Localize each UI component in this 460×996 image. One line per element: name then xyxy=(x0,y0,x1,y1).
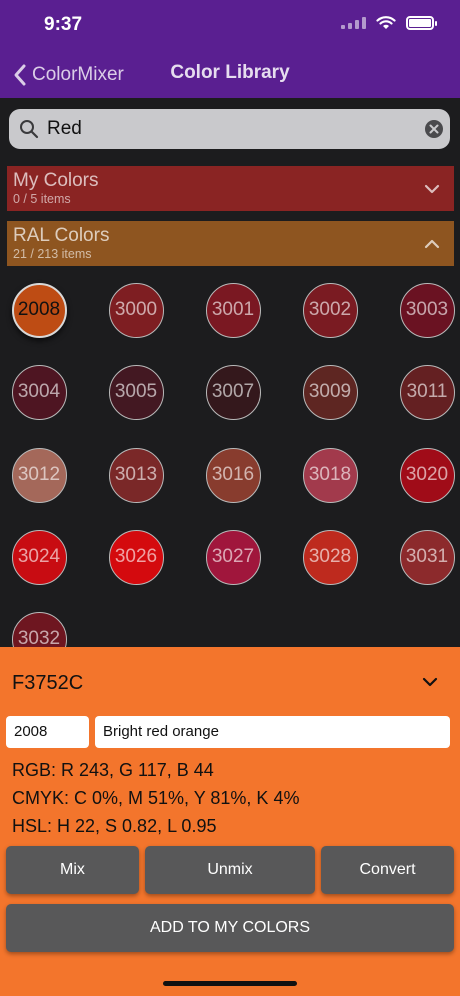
page-title: Color Library xyxy=(170,62,290,83)
color-swatch[interactable]: 3004 xyxy=(11,364,67,420)
cellular-signal-icon xyxy=(341,17,366,29)
clear-icon[interactable] xyxy=(425,120,443,138)
color-swatch[interactable]: 3013 xyxy=(108,447,164,503)
chevron-up-icon xyxy=(424,239,440,249)
section-title: RAL Colors xyxy=(13,225,110,246)
color-swatch[interactable]: 3001 xyxy=(205,282,261,338)
search-icon xyxy=(20,120,39,139)
unmix-button[interactable]: Unmix xyxy=(145,846,315,894)
color-swatch[interactable]: 3020 xyxy=(399,447,455,503)
hex-code: F3752C xyxy=(12,672,84,694)
color-code-field[interactable]: 2008 xyxy=(6,716,89,748)
color-swatch[interactable]: 3031 xyxy=(399,529,455,585)
chevron-down-icon[interactable] xyxy=(422,675,438,689)
chevron-down-icon xyxy=(424,184,440,194)
hsl-value: HSL: H 22, S 0.82, L 0.95 xyxy=(12,816,217,836)
color-swatch[interactable]: 3005 xyxy=(108,364,164,420)
my-colors-section-header[interactable]: My Colors 0 / 5 items xyxy=(7,166,454,211)
wifi-icon xyxy=(376,16,396,29)
search-input[interactable]: Red xyxy=(47,118,425,140)
battery-icon xyxy=(406,16,437,30)
color-name-field[interactable]: Bright red orange xyxy=(95,716,450,748)
status-icons xyxy=(341,16,437,30)
color-swatch[interactable]: 3016 xyxy=(205,447,261,503)
color-swatch[interactable]: 3000 xyxy=(108,282,164,338)
color-swatch[interactable]: 2008 xyxy=(11,282,67,338)
color-swatch[interactable]: 3002 xyxy=(302,282,358,338)
section-count: 0 / 5 items xyxy=(13,192,71,206)
color-swatch[interactable]: 3009 xyxy=(302,364,358,420)
color-swatch[interactable]: 3024 xyxy=(11,529,67,585)
status-time: 9:37 xyxy=(44,14,83,35)
mix-button[interactable]: Mix xyxy=(6,846,139,894)
color-swatch[interactable]: 3028 xyxy=(302,529,358,585)
convert-button[interactable]: Convert xyxy=(321,846,454,894)
color-swatch[interactable]: 3011 xyxy=(399,364,455,420)
color-swatch[interactable]: 3018 xyxy=(302,447,358,503)
search-bar[interactable]: Red xyxy=(9,109,450,149)
color-swatch[interactable]: 3007 xyxy=(205,364,261,420)
color-swatch[interactable]: 3027 xyxy=(205,529,261,585)
section-title: My Colors xyxy=(13,170,99,191)
ral-colors-section-header[interactable]: RAL Colors 21 / 213 items xyxy=(7,221,454,266)
add-to-my-colors-button[interactable]: ADD TO MY COLORS xyxy=(6,904,454,952)
cmyk-value: CMYK: C 0%, M 51%, Y 81%, K 4% xyxy=(12,788,300,808)
section-count: 21 / 213 items xyxy=(13,247,92,261)
rgb-value: RGB: R 243, G 117, B 44 xyxy=(12,760,214,780)
home-indicator xyxy=(163,981,297,986)
color-swatch[interactable]: 3012 xyxy=(11,447,67,503)
color-swatch[interactable]: 3026 xyxy=(108,529,164,585)
navigation-bar: 9:37 ColorMixer Color Library xyxy=(0,0,460,98)
color-swatch[interactable]: 3003 xyxy=(399,282,455,338)
